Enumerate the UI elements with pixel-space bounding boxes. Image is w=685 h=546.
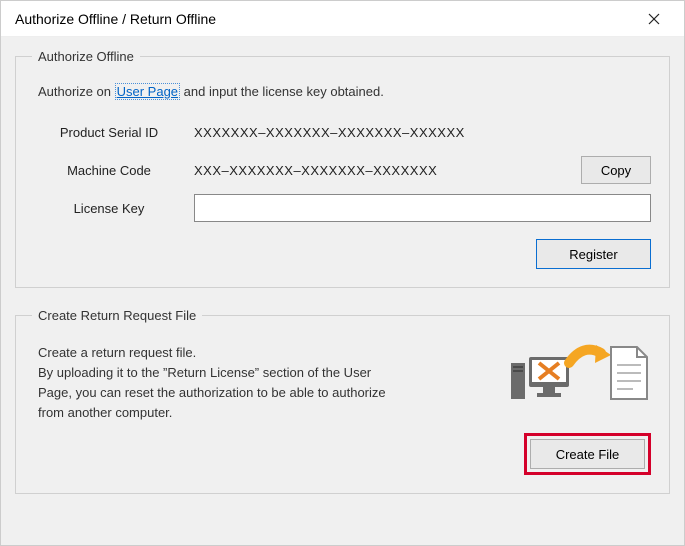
computer-to-file-icon [501,333,651,413]
copy-button[interactable]: Copy [581,156,651,184]
serial-row: Product Serial ID XXXXXXX–XXXXXXX–XXXXXX… [34,117,651,147]
register-button[interactable]: Register [536,239,651,269]
intro-prefix: Authorize on [38,84,115,99]
close-icon [648,13,660,25]
serial-value: XXXXXXX–XXXXXXX–XXXXXXX–XXXXXX [194,125,641,140]
authorize-offline-group: Authorize Offline Authorize on User Page… [15,49,670,288]
license-row: License Key [34,193,651,223]
return-description: Create a return request file. By uploadi… [38,343,398,424]
dialog-body: Authorize Offline Authorize on User Page… [1,37,684,545]
register-row: Register [34,239,651,269]
machine-label: Machine Code [34,163,184,178]
user-page-link[interactable]: User Page [115,83,180,100]
license-label: License Key [34,201,184,216]
license-key-input[interactable] [194,194,651,222]
return-content: Create a return request file. By uploadi… [34,337,651,427]
close-button[interactable] [634,4,674,34]
serial-label: Product Serial ID [34,125,184,140]
machine-value: XXX–XXXXXXX–XXXXXXX–XXXXXXX [194,163,571,178]
createfile-row: Create File [34,433,651,475]
authorize-instruction: Authorize on User Page and input the lic… [38,84,651,99]
authorize-legend: Authorize Offline [32,49,140,64]
dialog-window: Authorize Offline / Return Offline Autho… [0,0,685,546]
machine-row: Machine Code XXX–XXXXXXX–XXXXXXX–XXXXXXX… [34,155,651,185]
intro-suffix: and input the license key obtained. [180,84,384,99]
return-request-group: Create Return Request File Create a retu… [15,308,670,494]
return-legend: Create Return Request File [32,308,202,323]
create-file-button[interactable]: Create File [530,439,645,469]
return-illustration [501,333,651,413]
titlebar: Authorize Offline / Return Offline [1,1,684,37]
window-title: Authorize Offline / Return Offline [15,11,216,27]
createfile-highlight: Create File [524,433,651,475]
